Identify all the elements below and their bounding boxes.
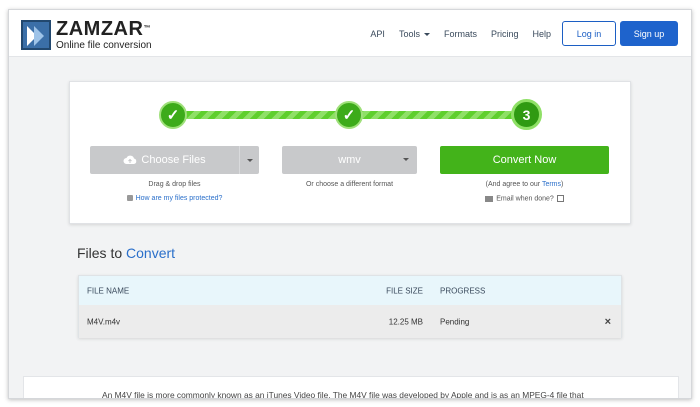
file-name-cell: M4V.m4v (87, 317, 121, 326)
zamzar-logo-icon (21, 20, 51, 50)
step-3-indicator: 3 (511, 99, 542, 130)
drag-drop-hint: Drag & drop files (148, 181, 201, 188)
choose-files-label: Choose Files (141, 154, 206, 166)
top-nav: API Tools Formats Pricing Help (356, 10, 551, 57)
choose-files-button[interactable]: Choose Files (90, 146, 259, 174)
chevron-down-icon (246, 158, 253, 162)
browser-frame: ZAMZAR™ Online file conversion API Tools… (8, 9, 692, 399)
lock-icon (126, 195, 133, 202)
converter-card: ✓ ✓ 3 Choose Files wmv Convert Now Drag … (69, 81, 631, 224)
files-protected-link[interactable]: How are my files protected? (90, 195, 259, 202)
file-size-cell: 12.25 MB (388, 317, 423, 326)
nav-tools[interactable]: Tools (399, 29, 430, 39)
format-select-value: wmv (338, 154, 361, 166)
login-button[interactable]: Log in (562, 21, 616, 46)
format-description-panel: An M4V file is more commonly known as an… (23, 376, 679, 399)
format-description-text: An M4V file is more commonly known as an… (102, 390, 584, 399)
format-select[interactable]: wmv (282, 146, 417, 174)
column-file-name: FILE NAME (87, 286, 130, 295)
convert-now-button[interactable]: Convert Now (440, 146, 609, 174)
format-hint: Or choose a different format (305, 181, 394, 188)
nav-tools-label: Tools (398, 28, 420, 39)
cloud-upload-icon (123, 155, 137, 164)
choose-files-dropdown[interactable] (239, 146, 259, 174)
column-progress: PROGRESS (440, 286, 486, 295)
signup-button[interactable]: Sign up (620, 21, 678, 46)
files-table: FILE NAME FILE SIZE PROGRESS M4V.m4v 12.… (78, 275, 622, 338)
terms-link[interactable]: Terms (542, 181, 561, 188)
remove-file-icon[interactable]: × (605, 316, 611, 328)
brand-name: ZAMZAR (56, 18, 144, 40)
email-when-done: Email when done? (440, 195, 609, 202)
step-2-complete-icon: ✓ (335, 101, 363, 129)
step-1-complete-icon: ✓ (159, 101, 187, 129)
terms-notice: (And agree to our Terms) (485, 181, 564, 188)
nav-help[interactable]: Help (532, 29, 551, 39)
zamzar-logo[interactable]: ZAMZAR™ Online file conversion (21, 19, 152, 51)
table-header: FILE NAME FILE SIZE PROGRESS (79, 276, 621, 305)
nav-api[interactable]: API (370, 29, 385, 39)
brand-trademark: ™ (143, 25, 151, 32)
chevron-down-icon (403, 158, 409, 161)
progress-cell: Pending (440, 317, 470, 326)
column-file-size: FILE SIZE (386, 286, 423, 295)
files-to-convert-heading: Files to Convert (77, 245, 176, 261)
email-checkbox[interactable] (556, 195, 564, 202)
brand-tagline: Online file conversion (56, 40, 152, 51)
envelope-icon (485, 195, 494, 202)
table-row: M4V.m4v 12.25 MB Pending × (79, 305, 621, 338)
nav-formats[interactable]: Formats (444, 29, 477, 39)
nav-pricing[interactable]: Pricing (491, 29, 519, 39)
chevron-down-icon (423, 32, 430, 36)
site-header: ZAMZAR™ Online file conversion API Tools… (9, 10, 691, 57)
